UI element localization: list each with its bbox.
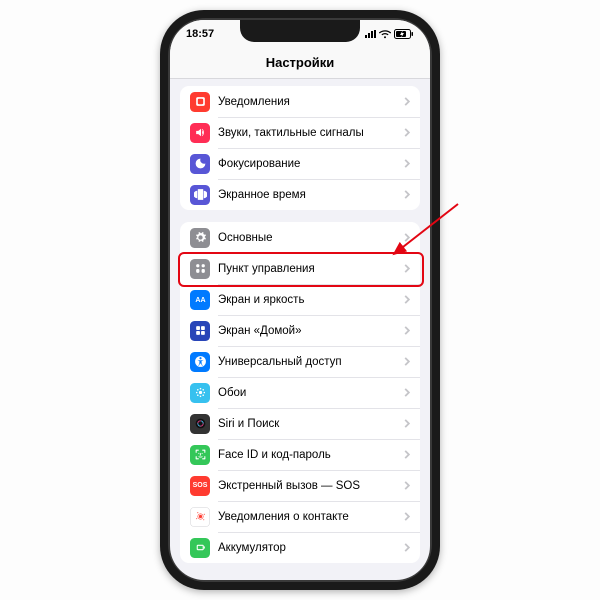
controlcenter-icon	[190, 259, 210, 279]
row-notifications[interactable]: Уведомления	[180, 86, 420, 117]
row-exposure[interactable]: Уведомления о контакте	[180, 501, 420, 532]
row-label: Обои	[218, 387, 404, 399]
page-title: Настройки	[266, 55, 335, 70]
wifi-icon	[379, 30, 391, 39]
chevron-right-icon	[404, 446, 410, 464]
status-indicators	[365, 29, 414, 39]
row-label: Экранное время	[218, 189, 404, 201]
chevron-right-icon	[404, 93, 410, 111]
sounds-icon	[190, 123, 210, 143]
notifications-icon	[190, 92, 210, 112]
notch	[240, 20, 360, 42]
battery-icon	[394, 29, 414, 39]
chevron-right-icon	[404, 415, 410, 433]
row-label: Фокусирование	[218, 158, 404, 170]
display-icon: AA	[190, 290, 210, 310]
row-label: Аккумулятор	[218, 542, 404, 554]
row-controlcenter[interactable]: Пункт управления	[180, 253, 420, 284]
wallpaper-icon	[190, 383, 210, 403]
row-sounds[interactable]: Звуки, тактильные сигналы	[180, 117, 420, 148]
settings-list[interactable]: Уведомления Звуки, тактильные сигналы Фоку…	[170, 78, 430, 580]
status-time: 18:57	[186, 28, 214, 40]
row-focus[interactable]: Фокусирование	[180, 148, 420, 179]
row-homescreen[interactable]: Экран «Домой»	[180, 315, 420, 346]
focus-icon	[190, 154, 210, 174]
row-label: Уведомления о контакте	[218, 511, 404, 523]
row-siri[interactable]: Siri и Поиск	[180, 408, 420, 439]
chevron-right-icon	[404, 322, 410, 340]
cellular-icon	[365, 30, 376, 38]
nav-header: Настройки	[170, 48, 430, 79]
row-label: Пункт управления	[218, 263, 404, 275]
chevron-right-icon	[404, 186, 410, 204]
chevron-right-icon	[404, 384, 410, 402]
row-label: Звуки, тактильные сигналы	[218, 127, 404, 139]
siri-icon	[190, 414, 210, 434]
row-label: Экран «Домой»	[218, 325, 404, 337]
row-sos[interactable]: SOS Экстренный вызов — SOS	[180, 470, 420, 501]
sos-icon: SOS	[190, 476, 210, 496]
faceid-icon	[190, 445, 210, 465]
general-icon	[190, 228, 210, 248]
chevron-right-icon	[404, 124, 410, 142]
row-label: Siri и Поиск	[218, 418, 404, 430]
chevron-right-icon	[404, 477, 410, 495]
accessibility-icon	[190, 352, 210, 372]
screen: 18:57 Настройки Уведомления Звуки, тактил…	[170, 20, 430, 580]
row-label: Экран и яркость	[218, 294, 404, 306]
chevron-right-icon	[404, 539, 410, 557]
row-display[interactable]: AA Экран и яркость	[180, 284, 420, 315]
battery-icon	[190, 538, 210, 558]
row-accessibility[interactable]: Универсальный доступ	[180, 346, 420, 377]
chevron-right-icon	[404, 260, 410, 278]
row-screentime[interactable]: Экранное время	[180, 179, 420, 210]
settings-group-0: Уведомления Звуки, тактильные сигналы Фоку…	[180, 86, 420, 210]
row-label: Универсальный доступ	[218, 356, 404, 368]
row-faceid[interactable]: Face ID и код-пароль	[180, 439, 420, 470]
chevron-right-icon	[404, 291, 410, 309]
chevron-right-icon	[404, 353, 410, 371]
phone-frame: 18:57 Настройки Уведомления Звуки, тактил…	[160, 10, 440, 590]
svg-text:AA: AA	[195, 297, 205, 304]
homescreen-icon	[190, 321, 210, 341]
settings-group-1: Основные Пункт управления AA Экран и яркост…	[180, 222, 420, 563]
chevron-right-icon	[404, 155, 410, 173]
row-label: Face ID и код-пароль	[218, 449, 404, 461]
row-battery[interactable]: Аккумулятор	[180, 532, 420, 563]
row-label: Уведомления	[218, 96, 404, 108]
row-label: Основные	[218, 232, 404, 244]
chevron-right-icon	[404, 508, 410, 526]
chevron-right-icon	[404, 229, 410, 247]
screentime-icon	[190, 185, 210, 205]
row-wallpaper[interactable]: Обои	[180, 377, 420, 408]
row-label: Экстренный вызов — SOS	[218, 480, 404, 492]
exposure-icon	[190, 507, 210, 527]
row-general[interactable]: Основные	[180, 222, 420, 253]
